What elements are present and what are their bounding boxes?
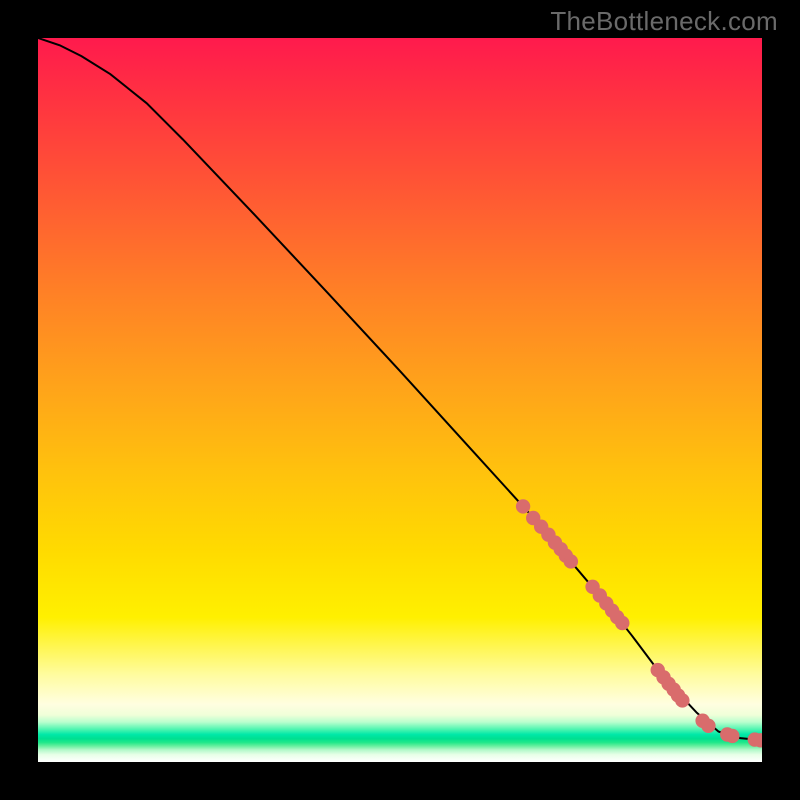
plot-area (38, 38, 762, 762)
chart-frame: TheBottleneck.com (0, 0, 800, 800)
scatter-point (615, 616, 629, 630)
scatter-point (725, 729, 739, 743)
marker-layer (38, 38, 762, 762)
scatter-markers (516, 499, 762, 747)
scatter-point (701, 719, 715, 733)
scatter-point (675, 693, 689, 707)
scatter-point (564, 554, 578, 568)
scatter-point (516, 499, 530, 513)
watermark-text: TheBottleneck.com (550, 6, 778, 37)
